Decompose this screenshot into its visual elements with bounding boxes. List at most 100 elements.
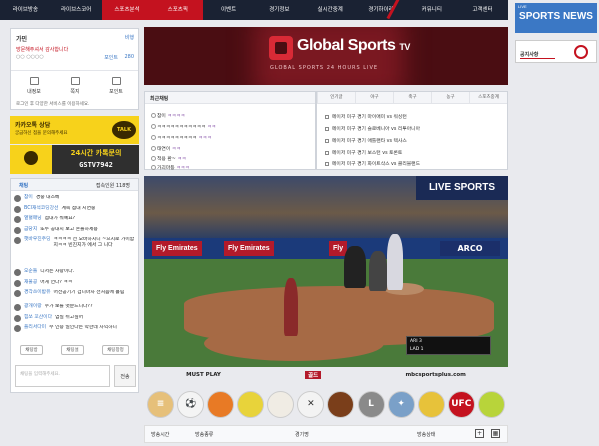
ufc-icon[interactable]: UFC <box>447 390 475 418</box>
recent-line[interactable]: 적용 환~ ㅋㅋ <box>150 155 186 162</box>
basketball-icon[interactable] <box>207 390 235 418</box>
sport-icon-bar: ≡ ⚽ ✕ L ✦ UFC <box>144 388 508 420</box>
kakao-banner[interactable]: 카카오톡 상담 궁금하신 점을 문의해주세요 TALK <box>10 116 139 144</box>
esports-icon[interactable]: ✦ <box>387 390 415 418</box>
chat-user[interactable]: 힘쏘 꼬산이다 <box>24 315 52 321</box>
chat-text: 어게 언다? ㅋㅋ <box>40 279 73 285</box>
tab-soccer[interactable]: 축구 <box>393 92 431 103</box>
chat-text: 경중 대스베 <box>35 195 60 200</box>
tennis-icon[interactable] <box>477 390 505 418</box>
chat-user[interactable]: 경각쓰이밤유 <box>24 290 50 296</box>
recent-line[interactable]: 참이 ㅋㅋㅋㅋ <box>150 112 185 119</box>
recent-line[interactable]: 가괴마등 ㅋㅋㅋ <box>150 164 189 171</box>
recent-title: 최근채팅 <box>145 92 315 104</box>
quick-point[interactable]: 포인트 <box>101 77 131 95</box>
lol-icon[interactable]: L <box>357 390 385 418</box>
tennis-ball-icon[interactable] <box>237 390 265 418</box>
kakao-contact-banner[interactable]: 24시간 카톡문의 GSTV7942 <box>10 145 139 174</box>
nav-item-support[interactable]: 고객센터 <box>457 0 508 20</box>
live-sports-badge: LIVE SPORTS <box>416 176 508 200</box>
sponsor-url: mbcsportsplus.com <box>405 371 466 378</box>
nav-item-live[interactable]: 라이브방송 <box>0 0 51 20</box>
schedule-item[interactable]: 메이저 미구 경기 화이트삭스 vs 클리블랜드 <box>325 160 420 167</box>
chat-text: 수가 보를 멋분드니다?? <box>44 304 93 309</box>
schedule-icon[interactable]: ≡ <box>147 390 174 418</box>
baseball-icon[interactable] <box>267 390 295 418</box>
schedule-tabs: 인기글 야구 축구 농구 스포츠중계 <box>317 92 507 104</box>
avatar <box>14 195 21 202</box>
points-label: 포인트 <box>104 55 118 61</box>
chat-text: 무 인증 일인다는 막한데 차익하니 <box>49 325 117 330</box>
chat-user[interactable]: 금당지 <box>24 227 37 233</box>
avatar <box>14 205 21 213</box>
grid-icon[interactable]: ▦ <box>491 429 500 438</box>
chat-message: 금당지 또두 공대지 보고 흔들하세용 <box>14 226 138 238</box>
chat-text: 엄실 쉬고싶어 <box>55 314 84 320</box>
chat-room-button[interactable]: 채팅방 <box>20 345 43 355</box>
chat-header: 채팅 접속인원 118명 <box>11 179 138 191</box>
col-match: 경기명 <box>295 432 309 438</box>
chat-messages: 참이 경중 대스베 BCI재석코딩강선 계속 점대 시면중 열혈매닝 점대가 뭐예요?… <box>14 195 138 339</box>
notice-ad[interactable]: 공지사항 <box>515 40 597 63</box>
soccer-ball-icon[interactable]: ⚽ <box>177 390 205 418</box>
chat-user[interactable]: BCI재석코딩강선 <box>24 206 58 212</box>
schedule-item[interactable]: 메이저 미구 경기 슬로베니아 vs 리투아니아 <box>325 125 420 132</box>
recent-line[interactable]: 태연이 ㅋㅋ <box>151 145 181 152</box>
chat-actions: 채팅방 채팅설 채팅창정 <box>11 345 138 355</box>
chat-user[interactable]: 플리서다미 <box>24 325 46 331</box>
notice-ad-label: 공지사항 <box>520 52 539 58</box>
chat-user[interactable]: 열혈매닝 <box>24 216 42 222</box>
global-sports-banner[interactable]: Global Sports TV GLOBAL SPORTS 24 HOURS … <box>144 27 508 85</box>
chat-send-button[interactable]: 전송 <box>114 365 136 387</box>
sports-news-logo[interactable]: LIVE SPORTS NEWS <box>515 3 597 33</box>
chat-window-button[interactable]: 채팅창정 <box>102 345 129 355</box>
sponsor-must-play: MUST PLAY <box>186 371 221 378</box>
schedule-item[interactable]: 메이저 미구 경기 보스턴 vs 토론토 <box>325 149 402 156</box>
nav-item-pick[interactable]: 스포츠픽 <box>152 0 204 20</box>
quick-message-label: 쪽지 <box>70 89 80 95</box>
chat-user[interactable]: 햇바우진주딩 <box>24 237 50 243</box>
quick-message[interactable]: 쪽지 <box>60 77 90 95</box>
chat-text: 어전공기기 겁니마자 전처음에 흘림 <box>53 290 125 295</box>
chat-text: 또두 공대지 보고 흔들하세용 <box>40 226 98 232</box>
tab-broadcast[interactable]: 스포츠중계 <box>469 92 507 103</box>
chat-user[interactable]: 오순들 <box>24 269 37 275</box>
chat-settings-button[interactable]: 채팅설 <box>61 345 84 355</box>
tab-popular[interactable]: 인기글 <box>317 92 355 103</box>
tab-baseball[interactable]: 야구 <box>355 92 393 103</box>
score-row-home: LAD 1 <box>410 347 424 352</box>
avatar <box>14 290 21 297</box>
nav-item-event[interactable]: 이벤트 <box>203 0 254 20</box>
quick-myinfo[interactable]: 내정보 <box>19 77 49 95</box>
chat-user[interactable]: 재울공 <box>24 280 37 286</box>
chat-user[interactable]: 광개이랑 <box>24 304 42 310</box>
schedule-item[interactable]: 메이저 미구 경기 마이애미 vs 워싱턴 <box>325 113 407 120</box>
chat-input[interactable]: 채팅을 입력해주세요. <box>15 365 110 387</box>
nav-item-community[interactable]: 커뮤니티 <box>406 0 457 20</box>
chat-title[interactable]: 채팅 <box>19 182 28 189</box>
hockey-icon[interactable]: ✕ <box>297 390 325 418</box>
chat-text: ㅋㅋㅋㅋ 전 오바하지니 ~으지로 가이함지ㅋㅋ 빈진지가 에서 그 니다 <box>53 237 135 248</box>
points-value: 280 <box>124 54 134 60</box>
volleyball-icon[interactable] <box>417 390 445 418</box>
logo-text: SPORTS NEWS <box>519 11 593 22</box>
catcher-figure <box>369 251 387 291</box>
football-icon[interactable] <box>327 390 355 418</box>
add-icon[interactable]: + <box>475 429 484 438</box>
chat-user[interactable]: 참이 <box>24 195 33 201</box>
tab-basketball[interactable]: 농구 <box>431 92 469 103</box>
schedule-box: 인기글 야구 축구 농구 스포츠중계 메이저 미구 경기 마이애미 vs 워싱턴… <box>316 91 508 170</box>
recent-line[interactable]: ㅋㅋㅋㅋㅋㅋㅋㅋㅋㅋㅋ ㅋㅋ <box>151 123 216 130</box>
video-sponsor-bar: MUST PLAY 골드 mbcsportsplus.com <box>144 367 508 382</box>
mail-icon <box>70 77 80 85</box>
nav-item-gameinfo[interactable]: 경기정보 <box>254 0 305 20</box>
nav-item-highlight[interactable]: 경기하이라 <box>356 0 407 20</box>
kakao-title: 카카오톡 상담 <box>15 122 51 129</box>
nav-item-livescore[interactable]: 라이브스코어 <box>51 0 102 20</box>
schedule-item[interactable]: 메이저 미구 경기 애틀랜타 vs 텍사스 <box>325 137 407 144</box>
recent-line[interactable]: ㅋㅋㅋㅋㅋㅋㅋㅋㅋ ㅋㅋㅋ <box>151 134 212 141</box>
nav-item-analysis[interactable]: 스포츠분석 <box>101 0 153 20</box>
live-video-player[interactable]: Fly Emirates Fly Emirates Fly ARCO LIVE … <box>144 176 508 382</box>
nav-item-realtime[interactable]: 실시간중계 <box>305 0 356 20</box>
quick-point-label: 포인트 <box>109 89 123 95</box>
